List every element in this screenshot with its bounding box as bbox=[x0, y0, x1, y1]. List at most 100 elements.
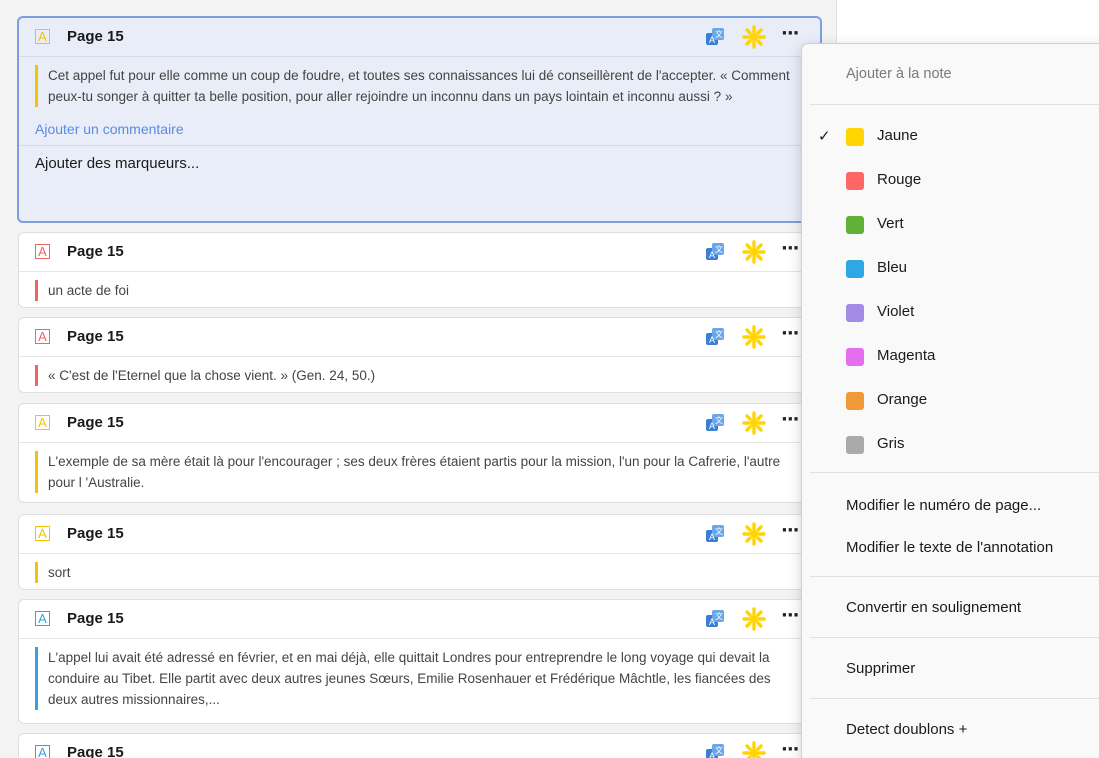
menu-convert-underline[interactable]: Convertir en soulignement bbox=[802, 589, 1099, 629]
menu-detect-duplicates[interactable]: Detect doublons + bbox=[802, 711, 1099, 751]
menu-color-gris[interactable]: Gris bbox=[802, 425, 1099, 465]
menu-color-jaune[interactable]: ✓ Jaune bbox=[802, 117, 1099, 157]
annotation-card[interactable]: A Page 15 A文 ··· « C'est de l'Eternel qu… bbox=[18, 317, 820, 393]
sparkle-icon[interactable] bbox=[741, 521, 767, 547]
translate-icon[interactable]: A文 bbox=[705, 27, 725, 47]
highlight-icon: A bbox=[35, 29, 50, 44]
annotation-card-selected[interactable]: A Page 15 A文 ··· Cet appel fut pour elle… bbox=[17, 16, 822, 223]
color-swatch bbox=[846, 392, 864, 410]
annotation-text: sort bbox=[35, 562, 803, 583]
annotation-page-title: Page 15 bbox=[67, 525, 124, 542]
highlight-icon: A bbox=[35, 611, 50, 626]
more-options-icon[interactable]: ··· bbox=[781, 323, 799, 344]
translate-icon[interactable]: A文 bbox=[705, 327, 725, 347]
more-options-icon[interactable]: ··· bbox=[781, 238, 799, 259]
menu-edit-annotation-text[interactable]: Modifier le texte de l'annotation bbox=[802, 529, 1099, 569]
svg-text:文: 文 bbox=[715, 244, 723, 254]
menu-item-label: Ajouter à la note bbox=[846, 66, 952, 82]
menu-delete[interactable]: Supprimer bbox=[802, 650, 1099, 690]
divider bbox=[19, 56, 820, 57]
highlight-icon: A bbox=[35, 329, 50, 344]
menu-item-label: Magenta bbox=[877, 347, 936, 364]
annotation-card[interactable]: A Page 15 A文 ··· sort bbox=[18, 514, 820, 590]
annotation-card[interactable]: A Page 15 A文 ··· L'appel lui avait été a… bbox=[18, 599, 820, 724]
sparkle-icon[interactable] bbox=[741, 606, 767, 632]
color-swatch bbox=[846, 304, 864, 322]
menu-separator bbox=[810, 576, 1099, 577]
menu-item-label: Violet bbox=[877, 303, 915, 320]
annotation-card[interactable]: A Page 15 A文 ··· bbox=[18, 733, 820, 758]
highlight-icon: A bbox=[35, 526, 50, 541]
translate-icon[interactable]: A文 bbox=[705, 743, 725, 758]
annotation-header: A Page 15 A文 ··· bbox=[19, 515, 819, 553]
color-swatch bbox=[846, 436, 864, 454]
translate-icon[interactable]: A文 bbox=[705, 242, 725, 262]
more-options-icon[interactable]: ··· bbox=[781, 409, 799, 430]
menu-item-label: Jaune bbox=[877, 127, 918, 144]
color-swatch bbox=[846, 172, 864, 190]
svg-text:文: 文 bbox=[715, 745, 723, 755]
menu-color-violet[interactable]: Violet bbox=[802, 293, 1099, 333]
menu-color-bleu[interactable]: Bleu bbox=[802, 249, 1099, 289]
color-swatch bbox=[846, 216, 864, 234]
menu-item-label: Gris bbox=[877, 435, 905, 452]
annotation-header: A Page 15 A文 ··· bbox=[19, 318, 819, 356]
menu-color-rouge[interactable]: Rouge bbox=[802, 161, 1099, 201]
sparkle-icon[interactable] bbox=[741, 324, 767, 350]
divider bbox=[19, 356, 819, 357]
translate-icon[interactable]: A文 bbox=[705, 524, 725, 544]
sparkle-icon[interactable] bbox=[741, 239, 767, 265]
more-options-icon[interactable]: ··· bbox=[781, 520, 799, 541]
sparkle-icon[interactable] bbox=[741, 740, 767, 758]
annotation-card[interactable]: A Page 15 A文 ··· un acte de foi bbox=[18, 232, 820, 308]
annotation-text: « C'est de l'Eternel que la chose vient.… bbox=[35, 365, 803, 386]
svg-text:文: 文 bbox=[715, 29, 723, 39]
menu-item-label: Modifier le texte de l'annotation bbox=[846, 539, 1054, 556]
menu-color-vert[interactable]: Vert bbox=[802, 205, 1099, 245]
more-options-icon[interactable]: ··· bbox=[781, 605, 799, 626]
highlight-icon: A bbox=[35, 415, 50, 430]
menu-item-label: Orange bbox=[877, 391, 928, 408]
menu-color-magenta[interactable]: Magenta bbox=[802, 337, 1099, 377]
menu-edit-page-number[interactable]: Modifier le numéro de page... bbox=[802, 487, 1099, 527]
annotation-page-title: Page 15 bbox=[67, 414, 124, 431]
sparkle-icon[interactable] bbox=[741, 24, 767, 50]
add-tags-field[interactable]: Ajouter des marqueurs... bbox=[19, 146, 820, 182]
annotation-header: A Page 15 A文 ··· bbox=[19, 404, 819, 442]
annotation-page-title: Page 15 bbox=[67, 610, 124, 627]
divider bbox=[19, 442, 819, 443]
check-icon: ✓ bbox=[818, 128, 831, 145]
more-options-icon[interactable]: ··· bbox=[781, 739, 799, 758]
svg-text:文: 文 bbox=[715, 415, 723, 425]
highlight-icon: A bbox=[35, 244, 50, 259]
menu-item-label: Modifier le numéro de page... bbox=[846, 497, 1042, 514]
menu-header-add-to-note[interactable]: Ajouter à la note bbox=[802, 56, 1099, 96]
annotation-page-title: Page 15 bbox=[67, 243, 124, 260]
menu-separator bbox=[810, 104, 1099, 105]
translate-icon[interactable]: A文 bbox=[705, 413, 725, 433]
sparkle-icon[interactable] bbox=[741, 410, 767, 436]
color-swatch bbox=[846, 128, 864, 146]
menu-item-label: Rouge bbox=[877, 171, 922, 188]
translate-icon[interactable]: A文 bbox=[705, 609, 725, 629]
add-comment-field[interactable]: Ajouter un commentaire bbox=[35, 117, 820, 145]
divider bbox=[19, 638, 819, 639]
annotation-page-title: Page 15 bbox=[67, 744, 124, 758]
annotation-text: L'exemple de sa mère était là pour l'enc… bbox=[35, 451, 803, 493]
annotations-list: A Page 15 A文 ··· Cet appel fut pour elle… bbox=[0, 0, 836, 758]
annotation-card[interactable]: A Page 15 A文 ··· L'exemple de sa mère ét… bbox=[18, 403, 820, 503]
annotation-text: un acte de foi bbox=[35, 280, 803, 301]
annotation-page-title: Page 15 bbox=[67, 28, 124, 45]
svg-text:文: 文 bbox=[715, 329, 723, 339]
menu-item-label: Bleu bbox=[877, 259, 908, 276]
menu-separator bbox=[810, 637, 1099, 638]
annotation-header: A Page 15 A文 ··· bbox=[19, 18, 820, 56]
annotation-header: A Page 15 A文 ··· bbox=[19, 734, 819, 758]
color-swatch bbox=[846, 348, 864, 366]
menu-item-label: Detect doublons + bbox=[846, 721, 968, 738]
annotation-text: L'appel lui avait été adressé en février… bbox=[35, 647, 803, 710]
context-menu: Ajouter à la note ✓ Jaune Rouge Vert Ble… bbox=[801, 43, 1099, 758]
more-options-icon[interactable]: ··· bbox=[781, 23, 799, 44]
annotation-header: A Page 15 A文 ··· bbox=[19, 233, 819, 271]
menu-color-orange[interactable]: Orange bbox=[802, 381, 1099, 421]
